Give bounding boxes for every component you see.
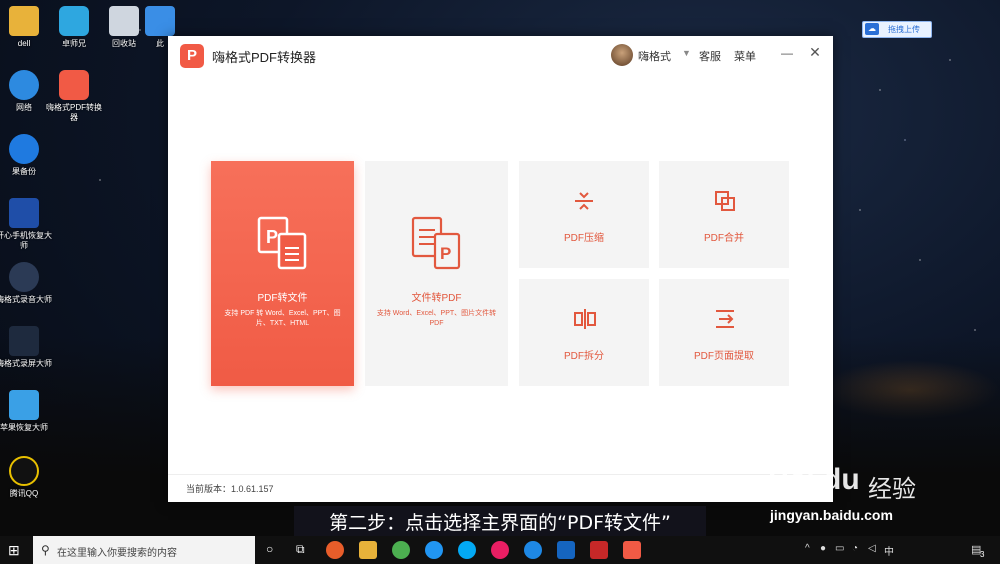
chevron-down-icon[interactable]: ▼ [682, 48, 691, 58]
baidu-watermark: Bai du 经验 jingyan.baidu.com [768, 455, 988, 535]
search-placeholder: 在这里输入你要搜索的内容 [57, 548, 177, 559]
screen-recorder-icon [9, 326, 39, 356]
card-file-to-pdf[interactable]: P 文件转PDF 支持 Word、Excel、PPT、图片文件转 PDF [365, 161, 508, 386]
recycle-bin-icon [109, 6, 139, 36]
baidu-logo: Bai du [768, 463, 860, 496]
desktop-icon-backup[interactable]: 果备份 [0, 134, 54, 177]
ime-icon[interactable]: 中 [884, 543, 894, 558]
merge-icon [715, 191, 735, 211]
card-pdf-to-file[interactable]: P PDF转文件 支持 PDF 转 Word、Excel、PPT、图片、TXT、… [211, 161, 354, 386]
footer-divider [168, 474, 833, 475]
drag-upload-button[interactable]: ☁ 拖拽上传 [862, 21, 932, 38]
tray-chevron-up-icon[interactable]: ^ [805, 543, 810, 554]
minimize-button[interactable]: — [780, 46, 794, 60]
desktop-icon-audio-recorder[interactable]: 嗨格式录音大师 [0, 262, 54, 305]
pdf-reader-icon[interactable] [590, 541, 608, 559]
card-description: 支持 PDF 转 Word、Excel、PPT、图片、TXT、HTML [224, 310, 341, 327]
app-icon [59, 6, 89, 36]
desktop-icon-screen-recorder[interactable]: 嗨格式录屏大师 [0, 326, 54, 369]
microphone-icon [9, 262, 39, 292]
card-label: PDF拆分 [564, 351, 604, 362]
task-view-icon[interactable]: ⧉ [296, 542, 305, 557]
compress-icon [575, 192, 593, 210]
pdf-to-file-icon: P [257, 216, 307, 270]
app-icon[interactable] [425, 541, 443, 559]
desktop-icon-qq[interactable]: 腾讯QQ [0, 456, 54, 499]
desktop-icon-apple-recovery[interactable]: 苹果恢复大师 [0, 390, 54, 433]
customer-service-link[interactable]: 客服 [699, 48, 721, 64]
svg-text:P: P [440, 244, 451, 263]
svg-text:P: P [266, 227, 278, 247]
baidu-jingyan-text: 经验 [868, 476, 916, 503]
card-pdf-compress[interactable]: PDF压缩 [519, 161, 649, 268]
title-bar[interactable]: P 嗨格式PDF转换器 嗨格式 ▼ 客服 菜单 — ✕ [168, 36, 833, 74]
app-logo-icon: P [180, 44, 204, 68]
wps-icon[interactable] [557, 541, 575, 559]
windows-start-icon[interactable]: ⊞ [8, 542, 24, 558]
network-icon[interactable]: ◔ [852, 543, 858, 554]
file-explorer-icon[interactable] [359, 541, 377, 559]
phone-recovery-app-icon [9, 198, 39, 228]
split-icon [574, 309, 596, 329]
cloud-icon: ☁ [865, 23, 879, 35]
search-icon: ⚲ [41, 543, 50, 557]
qq-icon [9, 456, 39, 486]
computer-icon [145, 6, 175, 36]
app-window: P 嗨格式PDF转换器 嗨格式 ▼ 客服 菜单 — ✕ P PDF转文件 支持 … [168, 36, 833, 502]
volume-icon[interactable]: ◁ [868, 543, 876, 554]
extract-icon [716, 310, 734, 328]
card-label: PDF转文件 [257, 293, 308, 304]
card-description: 支持 Word、Excel、PPT、图片文件转 PDF [376, 310, 497, 327]
username[interactable]: 嗨格式 [638, 48, 671, 64]
pdf-converter-app-icon [59, 70, 89, 100]
microphone-icon[interactable]: ● [820, 543, 826, 554]
backup-app-icon [9, 134, 39, 164]
file-to-pdf-icon: P [411, 216, 461, 270]
taskbar: ⊞ ⚲ 在这里输入你要搜索的内容 ○ ⧉ ^ ● ▭ ◔ ◁ 中 ▤ 3 [0, 536, 1000, 564]
card-label: PDF压缩 [564, 233, 604, 244]
card-pdf-page-extract[interactable]: PDF页面提取 [659, 279, 789, 386]
cortana-icon[interactable]: ○ [266, 542, 273, 556]
card-label: PDF页面提取 [694, 351, 754, 362]
close-button[interactable]: ✕ [808, 44, 822, 61]
apple-recovery-icon [9, 390, 39, 420]
folder-icon [9, 6, 39, 36]
battery-icon[interactable]: ▭ [835, 543, 844, 554]
network-icon [9, 70, 39, 100]
version-text: 当前版本：1.0.61.157 [186, 484, 274, 494]
pdf-converter-taskbar-icon[interactable] [623, 541, 641, 559]
card-label: PDF合并 [704, 233, 744, 244]
taskbar-search-box[interactable]: ⚲ 在这里输入你要搜索的内容 [33, 536, 255, 564]
browser-icon[interactable] [326, 541, 344, 559]
avatar[interactable] [611, 44, 633, 66]
app-icon[interactable] [458, 541, 476, 559]
app-icon[interactable] [491, 541, 509, 559]
card-label: 文件转PDF [411, 293, 462, 304]
chrome-icon[interactable] [392, 541, 410, 559]
video-subtitle: 第二步：点击选择主界面的“PDF转文件” [294, 506, 706, 540]
menu-button[interactable]: 菜单 [734, 48, 756, 64]
app-title: 嗨格式PDF转换器 [212, 50, 317, 65]
baidu-url: jingyan.baidu.com [770, 507, 893, 523]
desktop-icon-pdf-converter[interactable]: 嗨格式PDF转换器 [44, 70, 104, 123]
edge-icon[interactable] [524, 541, 542, 559]
card-pdf-merge[interactable]: PDF合并 [659, 161, 789, 268]
card-pdf-split[interactable]: PDF拆分 [519, 279, 649, 386]
notification-count: 3 [980, 550, 985, 559]
desktop-icon-phone-recovery[interactable]: 开心手机恢复大师 [0, 198, 54, 251]
